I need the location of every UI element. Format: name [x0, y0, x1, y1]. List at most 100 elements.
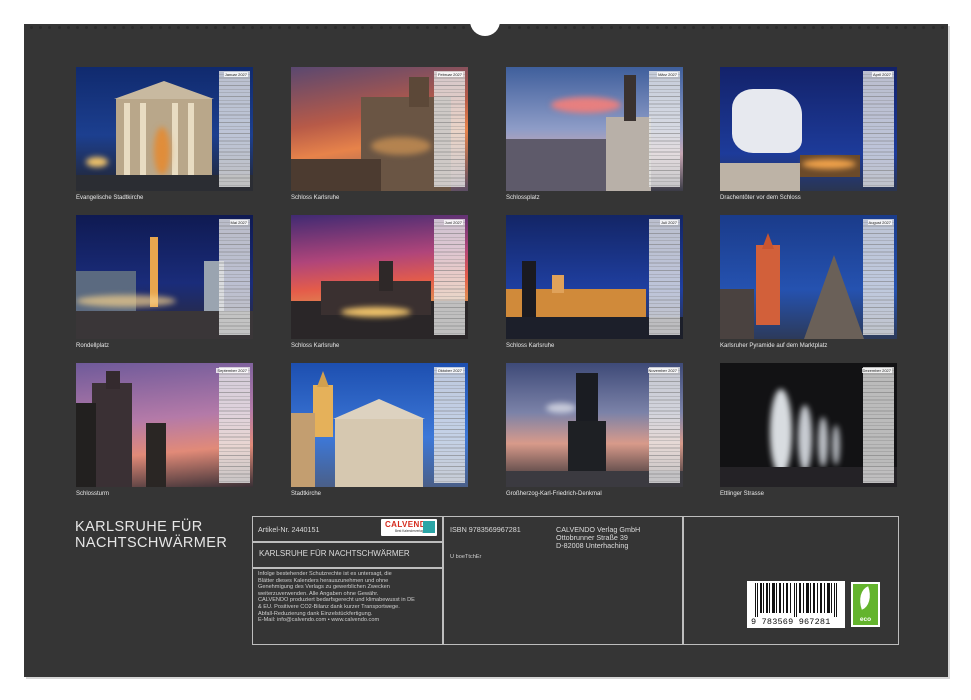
eco-badge: eco: [851, 582, 880, 627]
binding-hole: [802, 26, 806, 29]
binding-hole: [876, 26, 880, 29]
legal-line: Abfall-Reduzierung dank Einzelstückferti…: [258, 610, 373, 617]
binding-hole: [425, 26, 429, 29]
binding-hole: [554, 26, 558, 29]
binding-hole: [646, 26, 650, 29]
binding-hole: [701, 26, 705, 29]
month-tile-september: September 2027 Schlossturm: [76, 363, 253, 497]
logo-subtitle: Best Kalenderverlag: [395, 529, 424, 533]
photo-schlossturm: September 2027: [76, 363, 253, 487]
binding-hole: [85, 26, 89, 29]
month-label: August 2027: [867, 220, 892, 225]
binding-hole: [913, 26, 917, 29]
binding-hole: [462, 26, 466, 29]
binding-hole: [720, 26, 723, 29]
photo-schloss-karlsruhe: Februar 2027: [291, 67, 468, 191]
binding-hole: [692, 26, 696, 29]
photo-schlossplatz: März 2027: [506, 67, 683, 191]
month-tile-october: Oktober 2027 Stadtkirche: [291, 363, 468, 497]
binding-hole: [370, 26, 374, 29]
month-label: November 2027: [647, 368, 678, 373]
binding-hole: [894, 26, 898, 29]
date-grid: [219, 367, 250, 483]
photo-rondellplatz: Mai 2027: [76, 215, 253, 339]
binding-hole: [131, 26, 135, 29]
month-label: Mai 2027: [229, 220, 248, 225]
eco-label: eco: [859, 616, 872, 623]
binding-hole: [388, 26, 392, 29]
isbn: ISBN 9783569967281: [450, 525, 521, 534]
binding-hole: [563, 26, 567, 29]
photo-caption: Stadtkirche: [291, 491, 322, 497]
binding-hole: [674, 26, 677, 29]
photo-evangelische-stadtkirche: Januar 2027: [76, 67, 253, 191]
binding-hole: [756, 26, 760, 29]
binding-hole: [812, 26, 815, 29]
binding-hole: [260, 26, 263, 29]
binding-hole: [904, 26, 907, 29]
binding-hole: [517, 26, 521, 29]
month-tile-may: Mai 2027 Rondellplatz: [76, 215, 253, 349]
binding-hole: [278, 26, 282, 29]
binding-hole: [149, 26, 153, 29]
legal-line: Genehmigung des Verlags zu gewerblichen …: [258, 584, 390, 591]
binding-hole: [333, 26, 337, 29]
binding-hole: [158, 26, 162, 29]
legal-line: E-Mail: info@calvendo.com • www.calvendo…: [258, 617, 380, 624]
legal-line: weiterzuverwenden. Alle Angaben ohne Gew…: [258, 590, 379, 597]
binding-hole: [848, 26, 852, 29]
legal-line: CALVENDO produziert bedarfsgerecht und k…: [258, 597, 415, 604]
binding-hole: [747, 26, 751, 29]
binding-hole: [223, 26, 227, 29]
legal-line: Blätter dieses Kalenders herauszunehmen …: [258, 577, 389, 584]
month-label: März 2027: [657, 72, 678, 77]
photo-caption: Schloss Karlsruhe: [291, 343, 340, 349]
month-label: Dezember 2027: [861, 368, 892, 373]
binding-hole: [39, 26, 43, 29]
binding-hole: [931, 26, 935, 29]
month-label: Juli 2027: [659, 220, 678, 225]
binding-hole: [775, 26, 779, 29]
date-grid: [863, 71, 894, 187]
publisher-line: D-82008 Unterhaching: [556, 541, 629, 550]
divider: [252, 567, 443, 569]
binding-hole: [306, 26, 309, 29]
photo-caption: Drachentöter vor dem Schloss: [720, 195, 801, 201]
binding-hole: [324, 26, 328, 29]
binding-hole: [922, 26, 926, 29]
month-label: Februar 2027: [436, 72, 463, 77]
binding-hole: [214, 26, 217, 29]
binding-hole: [858, 26, 861, 29]
binding-hole: [195, 26, 199, 29]
month-tile-january: Januar 2027 Evangelische Stadtkirche: [76, 67, 253, 201]
binding-hole: [536, 26, 539, 29]
photo-caption: Schlossturm: [76, 491, 110, 497]
binding-hole: [186, 26, 190, 29]
binding-hole: [287, 26, 291, 29]
binding-hole: [168, 26, 171, 29]
binding-hole: [940, 26, 944, 29]
binding-hole: [526, 26, 530, 29]
photo-stadtkirche: Oktober 2027: [291, 363, 468, 487]
photo-caption: Rondellplatz: [76, 343, 110, 349]
month-tile-november: November 2027 Großherzog-Karl-Friedrich-…: [506, 363, 683, 497]
photo-caption: Schlossplatz: [506, 195, 540, 201]
barcode-bars: [755, 583, 837, 617]
binding-hole: [352, 26, 355, 29]
product-title: KARLSRUHE FÜR NACHTSCHWÄRMER: [259, 549, 410, 558]
calendar-title: KARLSRUHE FÜR NACHTSCHWÄRMER: [75, 519, 227, 551]
date-grid: [863, 219, 894, 335]
month-tile-august: August 2027 Karlsruher Pyramide auf dem …: [720, 215, 897, 349]
month-label: April 2027: [871, 72, 892, 77]
photo-karlsruher-pyramide: August 2027: [720, 215, 897, 339]
binding-hole: [683, 26, 687, 29]
binding-hole: [766, 26, 769, 29]
month-tile-february: Februar 2027 Schloss Karlsruhe: [291, 67, 468, 201]
binding-hole: [821, 26, 825, 29]
month-tile-december: Dezember 2027 Ettlinger Strasse: [720, 363, 897, 497]
binding-hole: [269, 26, 273, 29]
date-grid: [219, 71, 250, 187]
date-grid: [649, 219, 680, 335]
binding-hole: [416, 26, 420, 29]
isbn-barcode: 9 783569 967281: [747, 581, 845, 628]
